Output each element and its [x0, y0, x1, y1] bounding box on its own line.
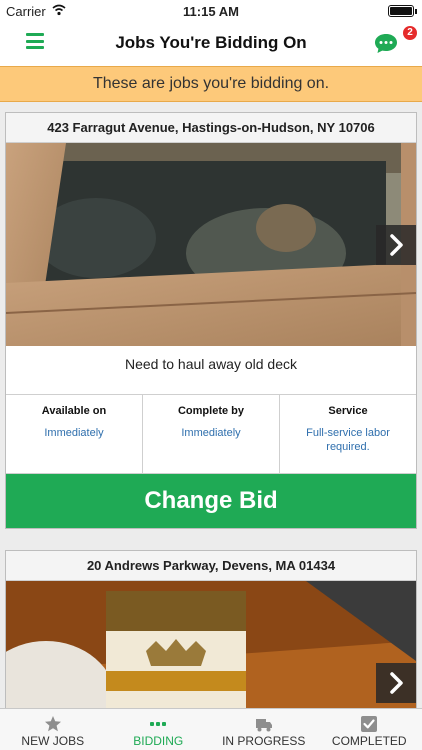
- job-details-row: Available on Immediately Complete by Imm…: [6, 395, 416, 474]
- next-photo-button[interactable]: [376, 663, 416, 703]
- chat-icon[interactable]: [374, 32, 398, 54]
- tab-new-jobs[interactable]: NEW JOBS: [0, 709, 106, 750]
- job-address: 423 Farragut Avenue, Hastings-on-Hudson,…: [6, 113, 416, 143]
- tab-label: NEW JOBS: [21, 734, 85, 748]
- status-bar: Carrier 11:15 AM: [0, 0, 422, 22]
- available-on-value: Immediately: [44, 427, 104, 439]
- job-card: 423 Farragut Avenue, Hastings-on-Hudson,…: [5, 112, 417, 529]
- tab-label: BIDDING: [133, 734, 184, 748]
- tab-completed[interactable]: COMPLETED: [317, 709, 422, 750]
- service-cell: Service Full-service labor required.: [280, 395, 416, 473]
- page-title: Jobs You're Bidding On: [115, 33, 307, 52]
- job-description: Need to haul away old deck: [6, 346, 416, 395]
- job-photo-image: [6, 581, 416, 708]
- job-address: 20 Andrews Parkway, Devens, MA 01434: [6, 551, 416, 581]
- truck-icon: [255, 719, 272, 732]
- checkbox-icon: [361, 716, 378, 732]
- available-on-label: Available on: [41, 405, 107, 417]
- battery-tip: [415, 9, 417, 14]
- tab-label: COMPLETED: [331, 734, 407, 748]
- complete-by-value: Immediately: [181, 427, 241, 439]
- complete-by-cell: Complete by Immediately: [143, 395, 280, 473]
- navigation-bar: Jobs You're Bidding On 2: [0, 22, 422, 64]
- star-icon: [44, 716, 61, 732]
- chevron-right-icon: [390, 234, 403, 256]
- bottom-tab-bar: NEW JOBS BIDDING IN PROGRESS COMPLETED: [0, 708, 422, 750]
- tab-in-progress[interactable]: IN PROGRESS: [211, 709, 317, 750]
- tab-label: IN PROGRESS: [222, 734, 306, 748]
- job-photo[interactable]: [6, 581, 416, 708]
- dots-icon: [150, 722, 167, 726]
- bidding-notice-banner: These are jobs you're bidding on.: [0, 66, 422, 102]
- job-list[interactable]: 423 Farragut Avenue, Hastings-on-Hudson,…: [0, 102, 422, 708]
- service-value: Full-service labor required.: [306, 427, 390, 453]
- next-photo-button[interactable]: [376, 225, 416, 265]
- job-card: 20 Andrews Parkway, Devens, MA 01434: [5, 550, 417, 708]
- job-photo-image: [6, 143, 416, 346]
- complete-by-label: Complete by: [177, 405, 244, 417]
- chat-notification-badge: 2: [401, 24, 419, 42]
- tab-bidding[interactable]: BIDDING: [106, 709, 212, 750]
- clock-label: 11:15 AM: [183, 4, 239, 19]
- chevron-right-icon: [390, 672, 403, 694]
- job-photo[interactable]: [6, 143, 416, 346]
- battery-icon: [388, 5, 414, 17]
- change-bid-button[interactable]: Change Bid: [6, 474, 416, 528]
- service-label: Service: [328, 405, 368, 417]
- available-on-cell: Available on Immediately: [6, 395, 143, 473]
